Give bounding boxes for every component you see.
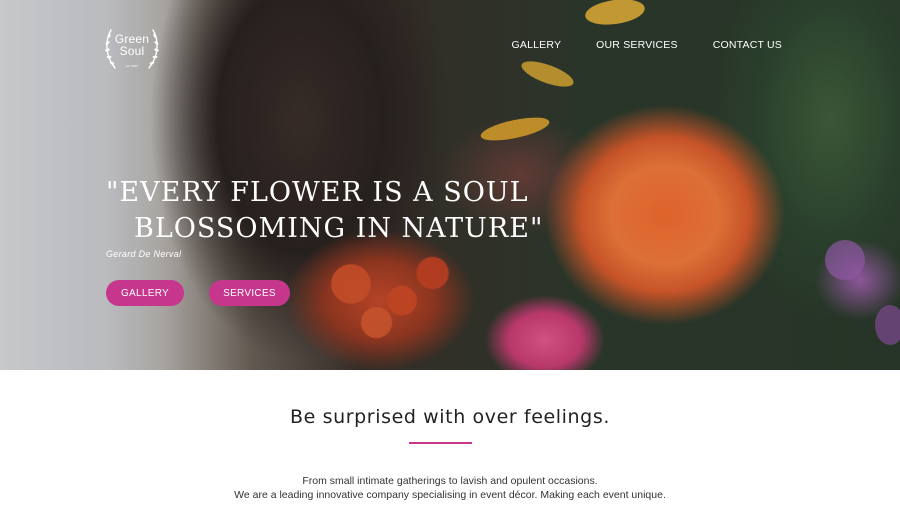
headline-divider xyxy=(409,442,472,444)
description-line2: We are a leading innovative company spec… xyxy=(234,489,666,501)
hero-quote-line2: BLOSSOMING IN NATURE" xyxy=(134,213,544,244)
section-description: From small intimate gatherings to lavish… xyxy=(0,474,900,502)
site-logo[interactable]: Green Soul est. 2015 xyxy=(101,24,163,74)
gallery-button[interactable]: GALLERY xyxy=(106,280,184,306)
section-headline: Be surprised with over feelings. xyxy=(290,406,610,428)
main-nav: GALLERY OUR SERVICES CONTACT US xyxy=(477,39,783,51)
description-line1: From small intimate gatherings to lavish… xyxy=(302,475,598,487)
nav-our-services[interactable]: OUR SERVICES xyxy=(596,39,678,51)
services-button[interactable]: SERVICES xyxy=(209,280,290,306)
nav-gallery[interactable]: GALLERY xyxy=(512,39,562,51)
quote-author: Gerard De Nerval xyxy=(106,249,182,259)
logo-line2: Soul xyxy=(119,44,145,58)
hero-quote: "EVERY FLOWER IS A SOUL BLOSSOMING IN NA… xyxy=(106,175,543,247)
hero-banner: Green Soul est. 2015 GALLERY OUR SERVICE… xyxy=(0,0,900,370)
nav-contact-us[interactable]: CONTACT US xyxy=(713,39,782,51)
hero-quote-line1: "EVERY FLOWER IS A SOUL xyxy=(106,177,529,208)
logo-est: est. 2015 xyxy=(125,64,139,68)
logo-wordmark: Green Soul xyxy=(101,33,163,57)
